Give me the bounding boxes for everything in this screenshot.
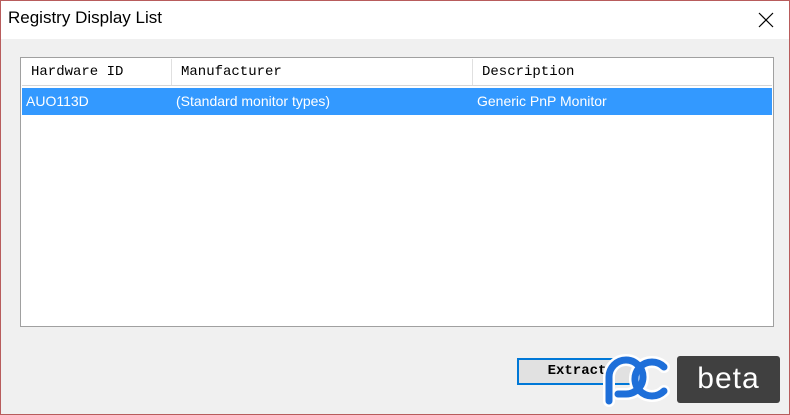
- display-list-view[interactable]: Hardware ID Manufacturer Description AUO…: [20, 57, 774, 327]
- list-header: Hardware ID Manufacturer Description: [22, 59, 772, 86]
- close-icon: [758, 12, 774, 28]
- cell-description: Generic PnP Monitor: [477, 93, 607, 109]
- cell-manufacturer: (Standard monitor types): [176, 93, 331, 109]
- title-bar: Registry Display List: [1, 1, 789, 39]
- pcbeta-watermark: beta: [585, 351, 785, 409]
- close-button[interactable]: [743, 1, 789, 39]
- column-header-manufacturer[interactable]: Manufacturer: [172, 59, 473, 85]
- registry-display-list-dialog: Registry Display List Hardware ID Manufa…: [0, 0, 790, 415]
- table-row[interactable]: AUO113D (Standard monitor types) Generic…: [22, 88, 772, 115]
- cell-hardware-id: AUO113D: [26, 93, 89, 109]
- column-header-description[interactable]: Description: [473, 59, 772, 85]
- pc-logo: [603, 354, 670, 407]
- watermark-beta-badge: beta: [677, 356, 780, 403]
- window-title: Registry Display List: [8, 8, 162, 27]
- column-header-hardware-id[interactable]: Hardware ID: [22, 59, 172, 85]
